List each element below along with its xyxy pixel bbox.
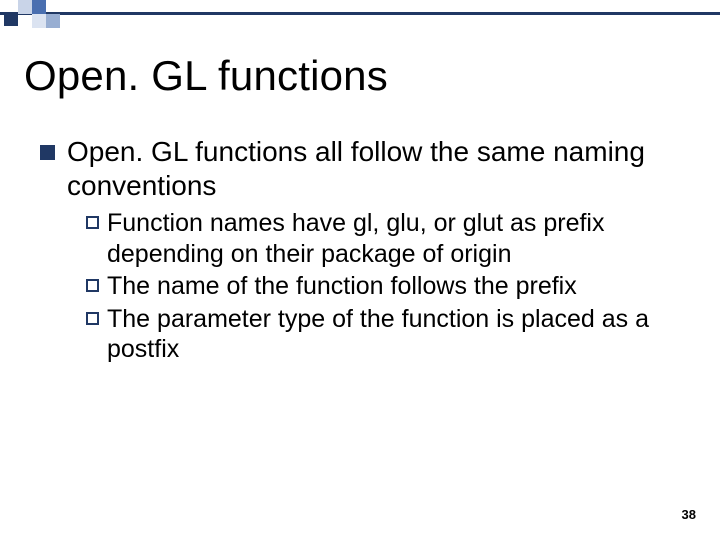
bullet-level1: Open. GL functions all follow the same n… xyxy=(40,135,680,202)
hollow-square-bullet-icon xyxy=(86,216,99,229)
slide: Open. GL functions Open. GL functions al… xyxy=(0,0,720,540)
slide-content: Open. GL functions all follow the same n… xyxy=(40,135,680,367)
sub-bullet-list: Function names have gl, glu, or glut as … xyxy=(86,208,680,365)
header-rule xyxy=(0,12,720,15)
bullet-text: The parameter type of the function is pl… xyxy=(107,304,680,365)
slide-title: Open. GL functions xyxy=(24,52,388,100)
bullet-text: The name of the function follows the pre… xyxy=(107,271,680,302)
hollow-square-bullet-icon xyxy=(86,312,99,325)
decor-square-icon xyxy=(32,14,46,28)
page-number: 38 xyxy=(682,507,696,522)
decor-square-icon xyxy=(32,0,46,14)
bullet-text: Function names have gl, glu, or glut as … xyxy=(107,208,680,269)
decor-square-icon xyxy=(46,14,60,28)
filled-square-bullet-icon xyxy=(40,145,55,160)
decor-square-icon xyxy=(4,12,18,26)
hollow-square-bullet-icon xyxy=(86,279,99,292)
header-decoration xyxy=(0,0,720,36)
bullet-level2: Function names have gl, glu, or glut as … xyxy=(86,208,680,269)
bullet-text: Open. GL functions all follow the same n… xyxy=(67,135,680,202)
bullet-level2: The name of the function follows the pre… xyxy=(86,271,680,302)
bullet-level2: The parameter type of the function is pl… xyxy=(86,304,680,365)
decor-square-icon xyxy=(18,0,32,14)
